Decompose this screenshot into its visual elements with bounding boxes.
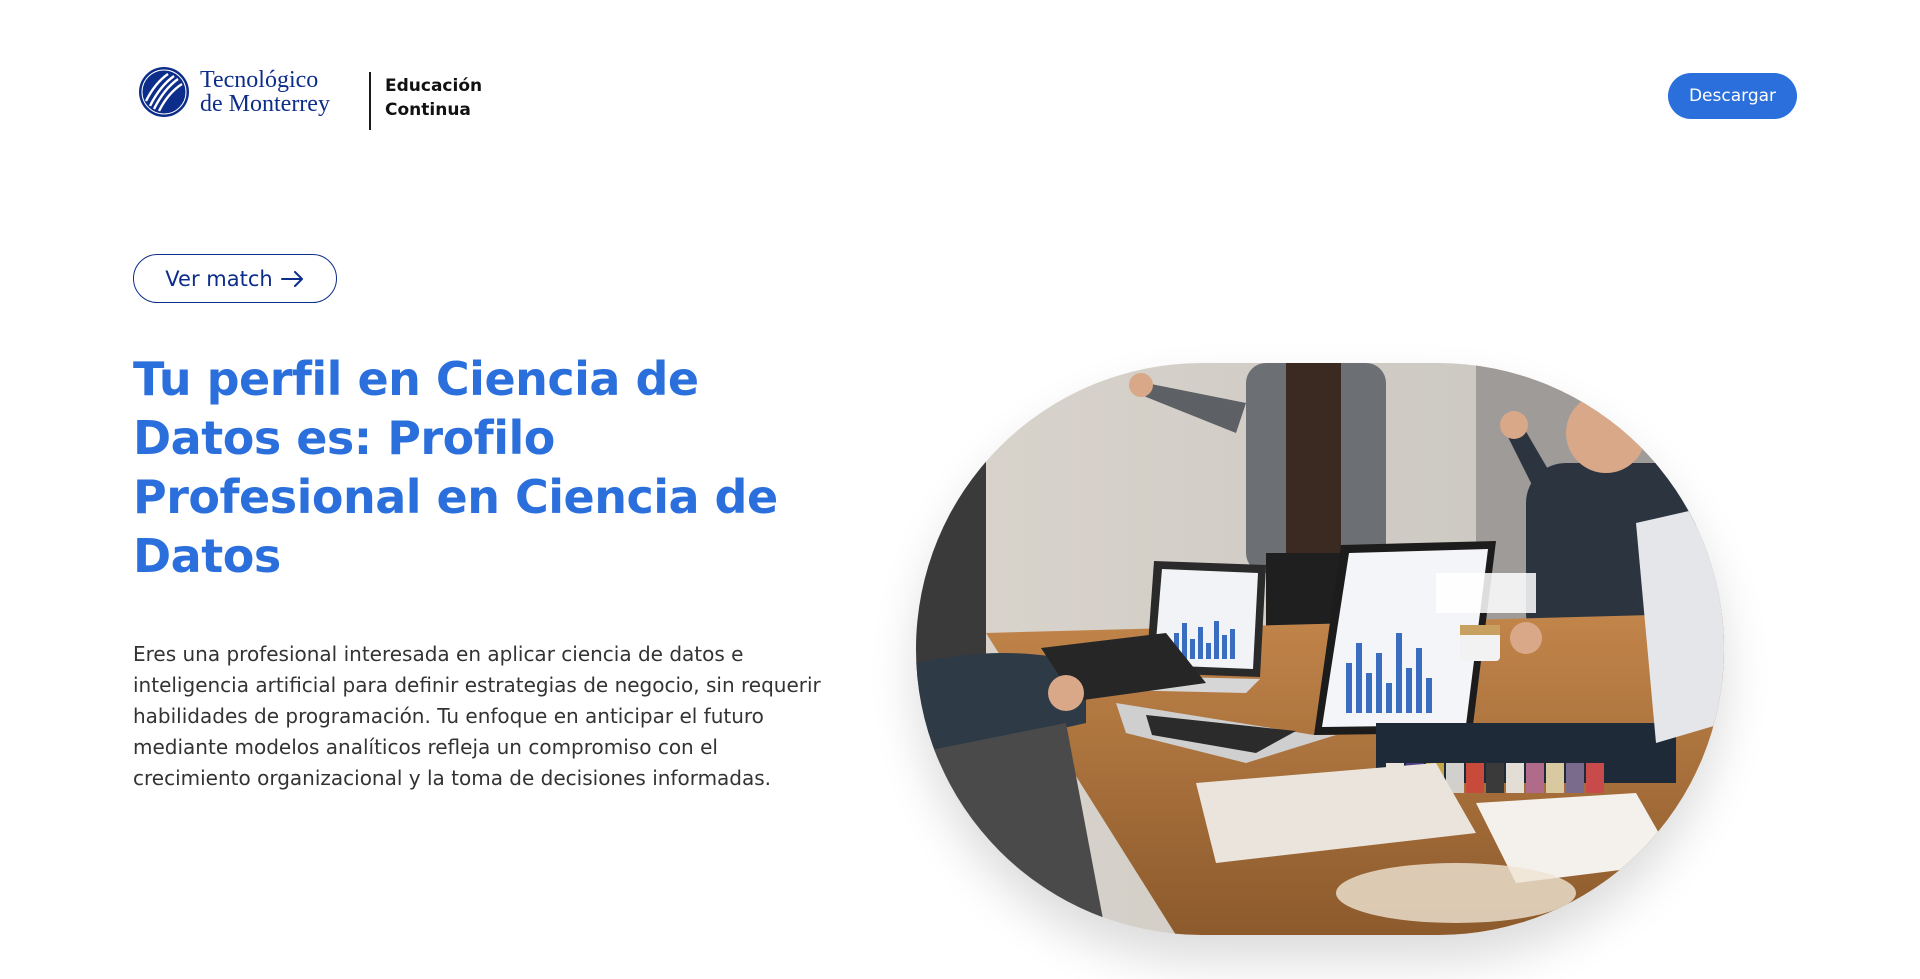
download-button[interactable]: Descargar	[1668, 73, 1797, 119]
profile-headline: Tu perfil en Ciencia de Datos es: Profil…	[133, 350, 833, 586]
logo-wordmark: Tecnológico de Monterrey	[200, 68, 330, 116]
team-meeting-photo	[916, 363, 1724, 935]
educacion-continua-label: Educación Continua	[385, 74, 482, 122]
tec-logo[interactable]: Tecnológico de Monterrey	[138, 66, 330, 118]
tec-seal-icon	[139, 67, 189, 117]
profile-description: Eres una profesional interesada en aplic…	[133, 642, 821, 790]
logo-divider	[369, 72, 371, 130]
edu-line1: Educación	[385, 76, 483, 96]
logo-line1: Tecnológico	[200, 67, 319, 93]
arrow-right-icon	[280, 270, 303, 287]
logo-line2: de Monterrey	[200, 91, 330, 117]
team-meeting-illustration	[916, 363, 1724, 935]
header: Tecnológico de Monterrey Educación Conti…	[0, 0, 1920, 180]
ver-match-button[interactable]: Ver match	[133, 254, 337, 303]
ver-match-label: Ver match	[165, 266, 273, 291]
edu-line2: Continua	[385, 100, 471, 120]
